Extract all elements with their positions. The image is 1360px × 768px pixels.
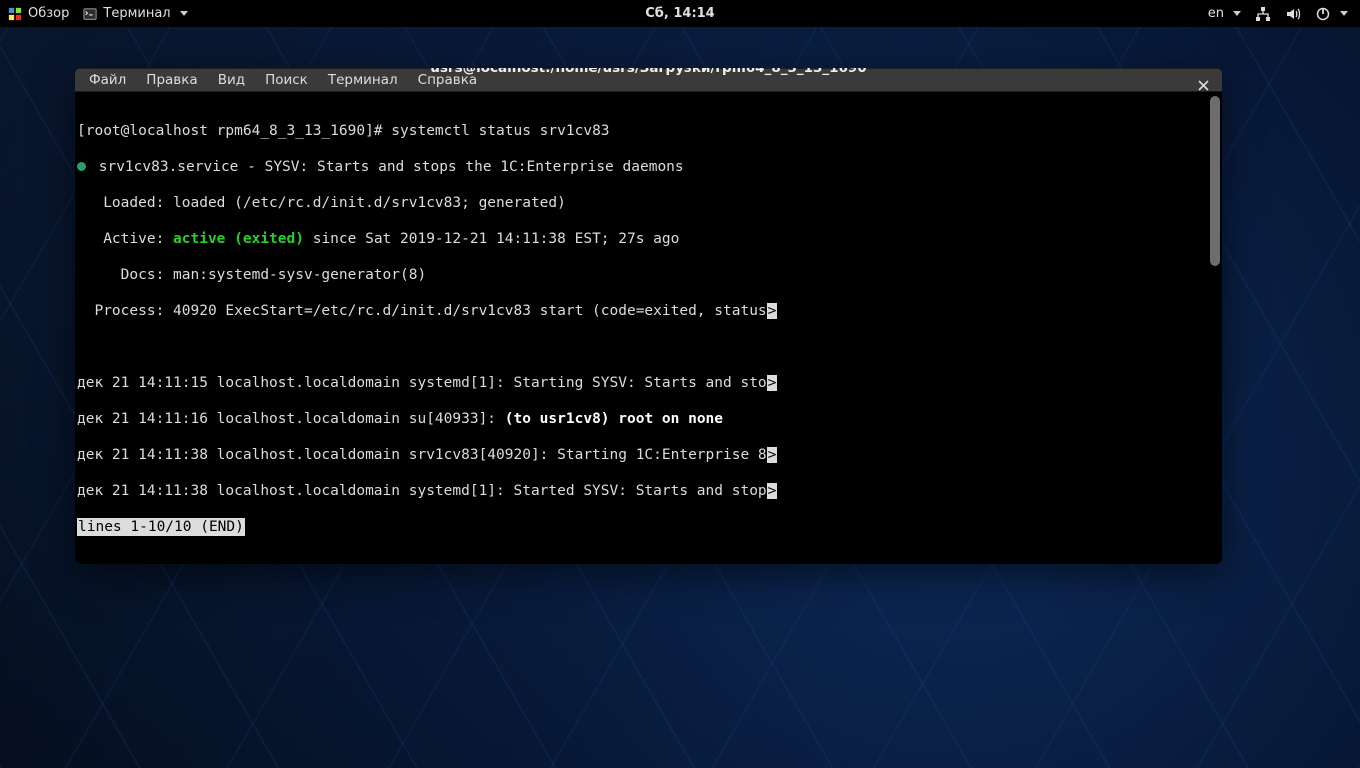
keyboard-layout-indicator[interactable]: en — [1208, 6, 1241, 21]
status-dot-icon — [77, 162, 86, 171]
terminal-output: [root@localhost rpm64_8_3_13_1690]# syst… — [75, 92, 1222, 564]
chevron-down-icon — [1233, 11, 1241, 16]
unit-line: srv1cv83.service - SYSV: Starts and stop… — [99, 159, 684, 175]
log-line-1: дек 21 14:11:15 localhost.localdomain sy… — [77, 375, 767, 391]
log-line-2-prefix: дек 21 14:11:16 localhost.localdomain su… — [77, 411, 505, 427]
menu-file[interactable]: Файл — [79, 69, 136, 91]
active-suffix: since Sat 2019-12-21 14:11:38 EST; 27s a… — [304, 231, 679, 247]
truncation-marker: > — [767, 303, 778, 319]
menu-edit[interactable]: Правка — [136, 69, 207, 91]
network-icon — [1255, 6, 1271, 22]
active-prefix: Active: — [77, 231, 173, 247]
log-line-4: дек 21 14:11:38 localhost.localdomain sy… — [77, 483, 767, 499]
chevron-down-icon — [1340, 11, 1348, 16]
log-line-3: дек 21 14:11:38 localhost.localdomain sr… — [77, 447, 767, 463]
prompt: [root@localhost rpm64_8_3_13_1690]# — [77, 123, 391, 139]
process-line: Process: 40920 ExecStart=/etc/rc.d/init.… — [77, 303, 767, 319]
truncation-marker: > — [767, 447, 778, 463]
network-indicator[interactable] — [1255, 6, 1271, 22]
terminal-app-icon — [83, 7, 97, 21]
pager-status: lines 1-10/10 (END) — [77, 518, 245, 536]
docs-line: Docs: man:systemd-sysv-generator(8) — [77, 266, 1222, 284]
volume-icon — [1285, 6, 1301, 22]
scrollbar-thumb[interactable] — [1210, 96, 1220, 266]
activities-icon — [8, 7, 22, 21]
terminal-window: usrs@localhost:/home/usrs/Загрузки/rpm64… — [75, 68, 1222, 564]
window-title: usrs@localhost:/home/usrs/Загрузки/rpm64… — [430, 68, 866, 76]
chevron-down-icon — [180, 11, 188, 16]
activities-button[interactable]: Обзор — [8, 6, 69, 21]
loaded-line: Loaded: loaded (/etc/rc.d/init.d/srv1cv8… — [77, 194, 1222, 212]
menu-view[interactable]: Вид — [208, 69, 255, 91]
truncation-marker: > — [767, 375, 778, 391]
close-icon — [1198, 80, 1209, 91]
menu-search[interactable]: Поиск — [255, 69, 318, 91]
system-menu[interactable] — [1315, 6, 1348, 22]
menu-terminal[interactable]: Терминал — [318, 69, 408, 91]
language-label: en — [1208, 6, 1224, 21]
desktop-topbar: Обзор Терминал Сб, 14:14 en — [0, 0, 1360, 27]
window-titlebar[interactable]: usrs@localhost:/home/usrs/Загрузки/rpm64… — [75, 68, 1222, 69]
terminal-viewport[interactable]: [root@localhost rpm64_8_3_13_1690]# syst… — [75, 92, 1222, 564]
power-icon — [1315, 6, 1331, 22]
volume-indicator[interactable] — [1285, 6, 1301, 22]
command: systemctl status srv1cv83 — [391, 123, 609, 139]
active-state: active (exited) — [173, 231, 304, 247]
clock-label: Сб, 14:14 — [645, 6, 714, 21]
clock[interactable]: Сб, 14:14 — [645, 6, 714, 21]
truncation-marker: > — [767, 483, 778, 499]
app-menu-label: Терминал — [103, 6, 170, 21]
log-line-2-bold: (to usr1cv8) root on none — [505, 411, 723, 427]
activities-label: Обзор — [28, 6, 69, 21]
app-menu[interactable]: Терминал — [83, 6, 187, 21]
